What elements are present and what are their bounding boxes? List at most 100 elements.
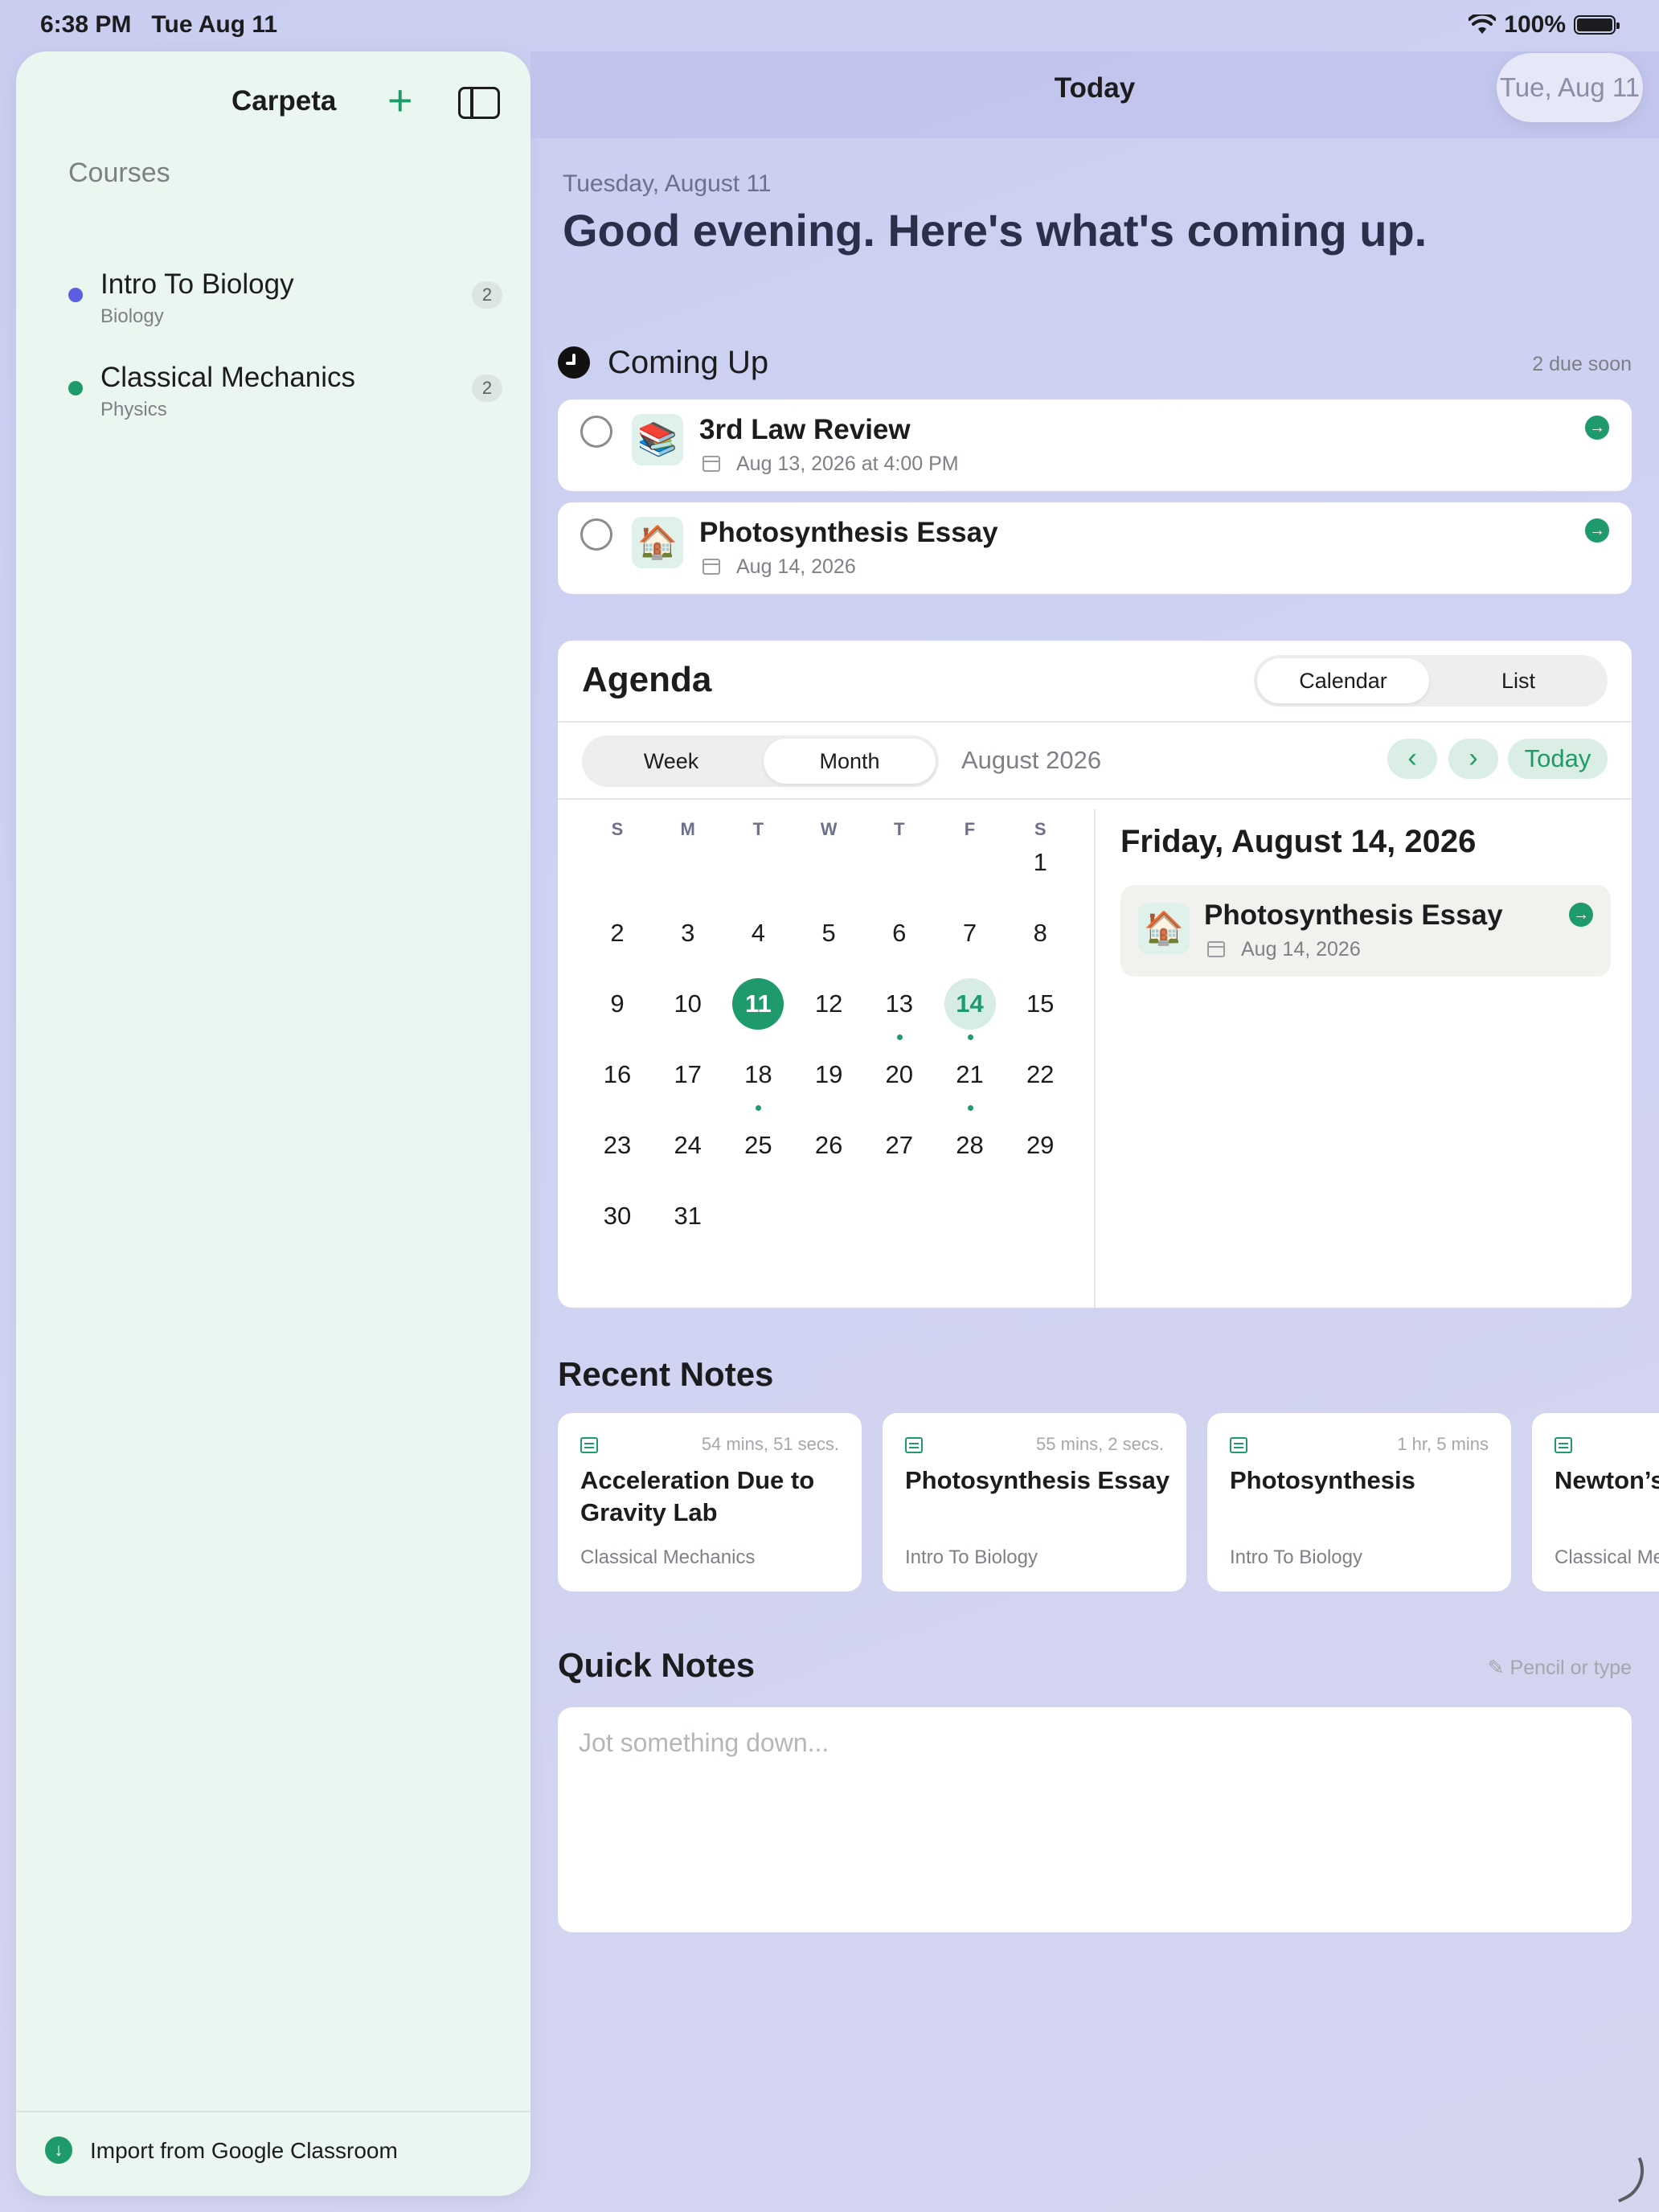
day-number: 10 — [674, 989, 702, 1018]
day-number: 12 — [814, 989, 843, 1018]
calendar-day[interactable]: 29 — [1005, 1110, 1075, 1181]
day-number: 18 — [744, 1060, 772, 1088]
calendar-day[interactable]: 19 — [793, 1039, 864, 1110]
day-number: 19 — [814, 1060, 843, 1088]
calendar-day[interactable]: 4 — [723, 898, 793, 969]
weekday-label: M — [680, 819, 695, 839]
task-card[interactable]: 🏠 Photosynthesis Essay Aug 14, 2026 → — [558, 502, 1632, 594]
note-course: Intro To Biology — [1230, 1546, 1362, 1568]
calendar-day[interactable]: 21 — [935, 1039, 1006, 1111]
tab-list[interactable]: List — [1432, 658, 1604, 703]
day-number: 6 — [892, 919, 907, 947]
calendar-day[interactable]: 31 — [653, 1181, 723, 1251]
note-card[interactable]: 55 mins, 2 secs. Photosynthesis Essay Intr… — [883, 1413, 1186, 1591]
day-number: 1 — [1033, 848, 1047, 876]
calendar-day[interactable]: 25 — [723, 1110, 793, 1181]
calendar-day[interactable]: 11 — [723, 969, 793, 1039]
scribble-mark — [1605, 2157, 1655, 2203]
task-date: Aug 14, 2026 — [736, 555, 856, 578]
calendar-day[interactable]: 15 — [1005, 969, 1075, 1039]
clock-icon — [558, 346, 590, 379]
tab-calendar[interactable]: Calendar — [1257, 658, 1429, 703]
note-title: Newton’s — [1555, 1466, 1659, 1494]
task-emoji-icon: 🏠 — [632, 517, 683, 568]
weekday-label: S — [611, 819, 624, 839]
calendar-day[interactable]: 27 — [864, 1110, 935, 1181]
note-time: 1 hr, 5 mins — [1397, 1434, 1489, 1454]
calendar-day[interactable]: 20 — [864, 1039, 935, 1110]
sidebar-item-course[interactable]: Classical Mechanics Physics 2 — [68, 358, 502, 431]
calendar-day[interactable]: 16 — [582, 1039, 653, 1110]
sidebar-item-course[interactable]: Intro To Biology Biology 2 — [68, 265, 502, 338]
calendar-day[interactable]: 9 — [582, 969, 653, 1039]
divider — [558, 798, 1632, 800]
calendar-day[interactable]: 22 — [1005, 1039, 1075, 1110]
note-title: Photosynthesis Essay — [905, 1466, 1170, 1494]
calendar-day[interactable]: 17 — [653, 1039, 723, 1110]
quick-notes-box — [558, 1707, 1632, 1932]
add-icon[interactable]: + — [387, 79, 413, 122]
calendar-icon — [703, 559, 720, 575]
calendar-day[interactable]: 12 — [793, 969, 864, 1039]
calendar-day[interactable]: 30 — [582, 1181, 653, 1251]
arrow-right-icon[interactable]: → — [1585, 518, 1609, 543]
day-number: 24 — [674, 1131, 702, 1159]
tab-month[interactable]: Month — [764, 739, 936, 784]
calendar-day[interactable]: 23 — [582, 1110, 653, 1181]
pencil-hand-icon: ✎ — [1487, 1657, 1505, 1679]
weekday-label: F — [964, 819, 976, 839]
note-card[interactable]: 1 hr, 5 mins Photosynthesis Intro To Biolo… — [1207, 1413, 1511, 1591]
note-title: Acceleration Due to Gravity Lab — [580, 1466, 815, 1526]
status-bar: 6:38 PM Tue Aug 11 100% — [0, 0, 1659, 51]
quick-notes-input[interactable] — [558, 1707, 1632, 1932]
arrow-right-icon[interactable]: → — [1585, 416, 1609, 440]
course-subject: Biology — [100, 305, 164, 327]
calendar-day[interactable]: 13 — [864, 969, 935, 1040]
task-emoji-icon: 📚 — [632, 414, 683, 465]
note-course: Classical Mechanics — [1555, 1546, 1659, 1568]
calendar-day[interactable]: 3 — [653, 898, 723, 969]
recent-notes-title: Recent Notes — [558, 1355, 774, 1393]
day-number: 27 — [885, 1131, 914, 1159]
date-pill[interactable]: Tue, Aug 11 — [1497, 53, 1643, 122]
weekday-label: T — [894, 819, 905, 839]
calendar-day[interactable]: 28 — [935, 1110, 1006, 1181]
calendar-day[interactable]: 10 — [653, 969, 723, 1039]
day-number: 13 — [885, 989, 914, 1018]
recent-notes-row[interactable]: 54 mins, 51 secs. Acceleration Due to Gra… — [558, 1413, 1659, 1593]
day-number: 31 — [674, 1202, 702, 1230]
download-icon: ↓ — [45, 2136, 72, 2164]
month-label: August 2026 — [961, 746, 1102, 774]
day-number: 3 — [681, 919, 695, 947]
calendar-day[interactable]: 8 — [1005, 898, 1075, 969]
sidebar-header: Carpeta + — [16, 68, 530, 132]
sidebar-toggle-icon[interactable] — [458, 87, 500, 119]
day-number: 9 — [610, 989, 625, 1018]
calendar-day[interactable]: 18 — [723, 1039, 793, 1111]
calendar-day[interactable]: 24 — [653, 1110, 723, 1181]
import-button[interactable]: ↓ Import from Google Classroom — [16, 2111, 530, 2196]
next-month-button[interactable]: › — [1448, 739, 1498, 779]
calendar-day[interactable]: 2 — [582, 898, 653, 969]
wifi-icon — [1469, 14, 1497, 34]
tab-week[interactable]: Week — [585, 739, 757, 784]
quick-notes-hint: ✎ Pencil or type — [1487, 1657, 1632, 1679]
calendar-day[interactable]: 6 — [864, 898, 935, 969]
arrow-right-icon[interactable]: → — [1569, 903, 1593, 927]
calendar-day[interactable]: 26 — [793, 1110, 864, 1181]
checkbox[interactable] — [580, 518, 612, 551]
prev-month-button[interactable]: ‹ — [1387, 739, 1437, 779]
note-card[interactable]: 54 mins, 51 secs. Acceleration Due to Gra… — [558, 1413, 862, 1591]
calendar-day[interactable]: 1 — [1005, 827, 1075, 898]
calendar-day[interactable]: 5 — [793, 898, 864, 969]
calendar-day[interactable]: 14 — [935, 969, 1006, 1040]
task-card[interactable]: 📚 3rd Law Review Aug 13, 2026 at 4:00 PM → — [558, 399, 1632, 491]
note-course: Intro To Biology — [905, 1546, 1038, 1568]
calendar-day[interactable]: 7 — [935, 898, 1006, 969]
task-date: Aug 13, 2026 at 4:00 PM — [736, 453, 959, 475]
selected-event-card[interactable]: 🏠 Photosynthesis Essay Aug 14, 2026 → — [1120, 885, 1611, 977]
day-number: 2 — [610, 919, 625, 947]
note-card[interactable]: Newton’s Classical Mechanics — [1532, 1413, 1659, 1591]
checkbox[interactable] — [580, 416, 612, 448]
today-button[interactable]: Today — [1508, 739, 1608, 779]
